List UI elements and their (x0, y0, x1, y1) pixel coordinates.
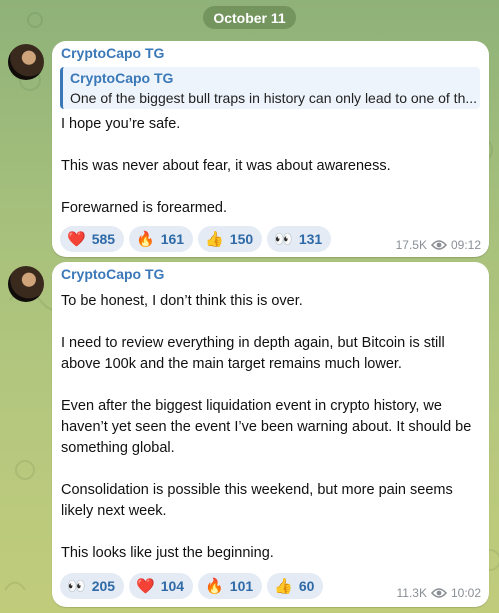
reaction-eyes[interactable]: 👀 131 (267, 226, 332, 252)
eyes-icon: 👀 (67, 577, 86, 595)
fire-icon: 🔥 (136, 230, 155, 248)
heart-icon: ❤️ (136, 577, 155, 595)
message-time: 10:02 (450, 586, 481, 600)
reaction-count: 104 (160, 578, 185, 594)
reaction-thumbs-up[interactable]: 👍 150 (198, 226, 263, 252)
message-bubble: CryptoCapo TG CryptoCapo TG One of the b… (52, 41, 489, 257)
message-meta: 17.5K 09:12 (396, 238, 481, 252)
reaction-heart[interactable]: ❤️ 104 (129, 573, 194, 599)
reaction-fire[interactable]: 🔥 161 (129, 226, 194, 252)
reactions-bar: ❤️ 585 🔥 161 👍 150 👀 131 (60, 226, 332, 252)
message-meta: 11.3K 10:02 (397, 586, 482, 600)
message-time: 09:12 (450, 238, 481, 252)
message-bubble: CryptoCapo TG To be honest, I don’t thin… (52, 262, 489, 607)
reaction-heart[interactable]: ❤️ 585 (60, 226, 125, 252)
channel-avatar[interactable] (8, 44, 44, 80)
reaction-count: 161 (160, 231, 185, 247)
message-text: To be honest, I don’t think this is over… (61, 293, 472, 561)
reaction-count: 101 (229, 578, 254, 594)
reaction-thumbs-up[interactable]: 👍 60 (267, 573, 324, 599)
heart-icon: ❤️ (67, 230, 86, 248)
reply-text: One of the biggest bull traps in history… (70, 90, 478, 106)
thumbs-up-icon: 👍 (274, 577, 293, 595)
date-separator: October 11 (203, 6, 296, 29)
channel-avatar[interactable] (8, 266, 44, 302)
message-author[interactable]: CryptoCapo TG (61, 45, 164, 61)
eye-icon (430, 587, 447, 599)
reaction-count: 150 (229, 231, 254, 247)
reactions-bar: 👀 205 ❤️ 104 🔥 101 👍 60 (60, 573, 324, 599)
thumbs-up-icon: 👍 (205, 230, 224, 248)
view-count: 17.5K (395, 238, 427, 252)
reaction-eyes[interactable]: 👀 205 (60, 573, 125, 599)
reaction-count: 60 (298, 578, 315, 594)
eye-icon (430, 239, 447, 251)
message-author[interactable]: CryptoCapo TG (61, 266, 164, 282)
reaction-count: 131 (298, 231, 323, 247)
fire-icon: 🔥 (205, 577, 224, 595)
reply-quote[interactable]: CryptoCapo TG One of the biggest bull tr… (60, 67, 480, 109)
message-text: I hope you’re safe. This was never about… (61, 116, 391, 216)
eyes-icon: 👀 (274, 230, 293, 248)
reaction-count: 585 (91, 231, 116, 247)
reply-author: CryptoCapo TG (70, 70, 174, 86)
reaction-count: 205 (91, 578, 116, 594)
view-count: 11.3K (396, 586, 427, 600)
reaction-fire[interactable]: 🔥 101 (198, 573, 263, 599)
